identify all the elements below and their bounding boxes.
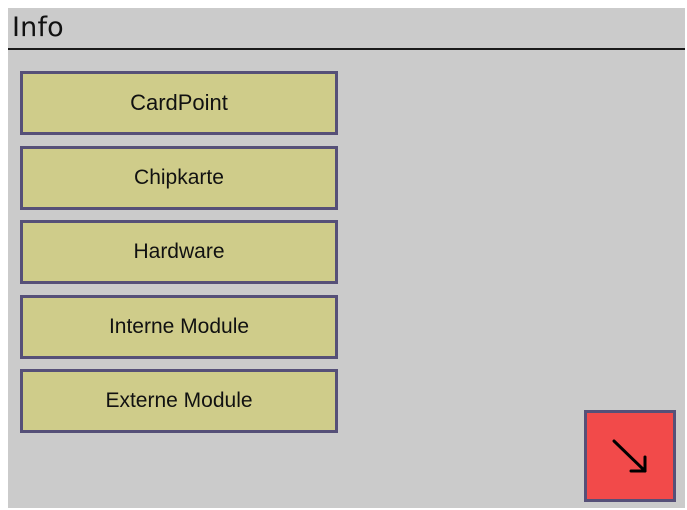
chipkarte-button[interactable]: Chipkarte xyxy=(20,146,338,210)
page-title: Info xyxy=(12,12,64,43)
hardware-button-label: Hardware xyxy=(133,240,225,263)
externe-module-button[interactable]: Externe Module xyxy=(20,369,338,433)
hardware-button[interactable]: Hardware xyxy=(20,220,338,284)
interne-module-button-label: Interne Module xyxy=(108,315,250,338)
interne-module-button[interactable]: Interne Module xyxy=(20,295,338,359)
corner-nav-button[interactable] xyxy=(584,410,676,502)
cardpoint-button[interactable]: CardPoint xyxy=(20,71,338,135)
info-screen: Info CardPoint Chipkarte Hardware Intern… xyxy=(8,8,685,508)
title-bar: Info xyxy=(8,8,685,50)
externe-module-button-label: Externe Module xyxy=(105,389,253,412)
chipkarte-button-label: Chipkarte xyxy=(134,166,224,189)
cardpoint-button-label: CardPoint xyxy=(130,90,228,115)
arrow-down-right-icon xyxy=(612,439,647,473)
